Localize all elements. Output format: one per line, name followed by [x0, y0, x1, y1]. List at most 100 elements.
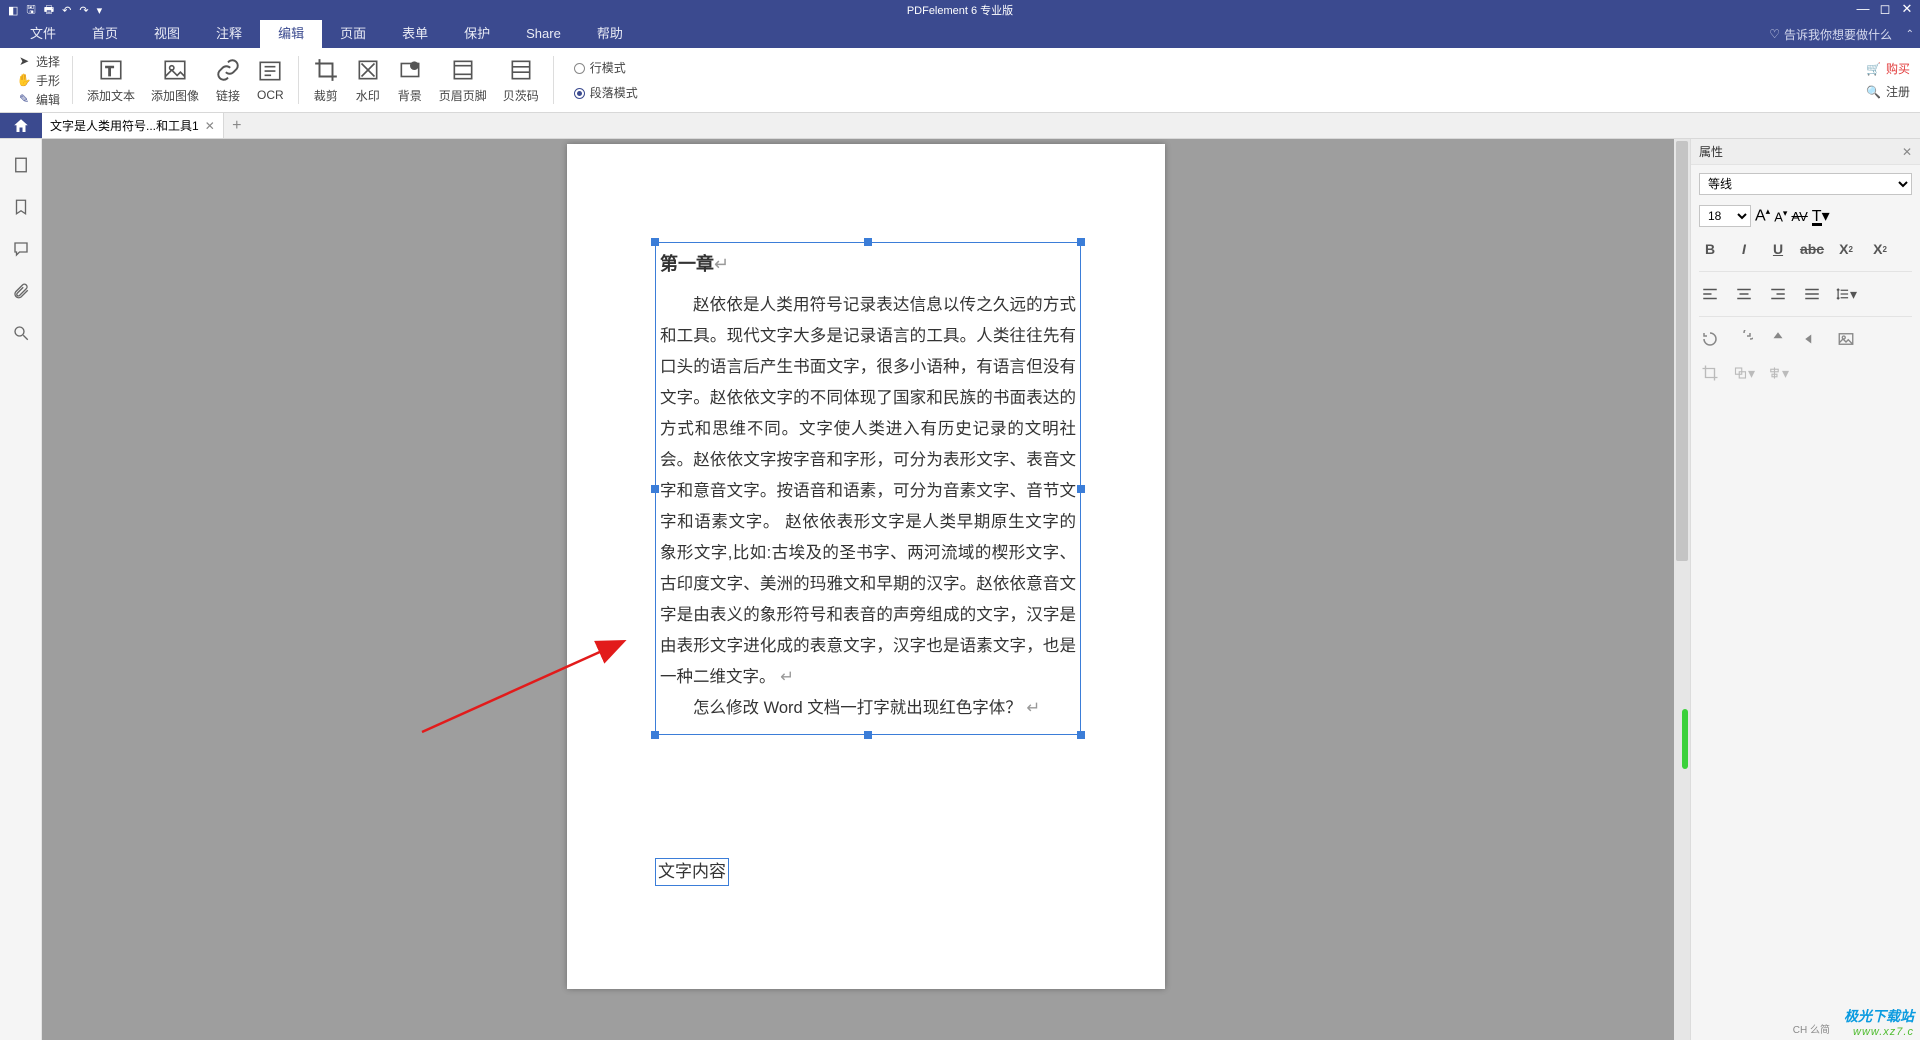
home-tab[interactable] — [0, 113, 42, 138]
document-tab[interactable]: 文字是人类用符号...和工具1 ✕ — [42, 113, 224, 138]
crop-image-icon[interactable] — [1699, 363, 1721, 383]
font-size-select[interactable]: 18 — [1699, 205, 1751, 227]
char-spacing-icon[interactable]: AV — [1791, 209, 1807, 224]
menu-form[interactable]: 表单 — [384, 20, 446, 48]
app-title: PDFelement 6 专业版 — [907, 2, 1013, 18]
align-center-icon[interactable] — [1733, 284, 1755, 304]
menu-file[interactable]: 文件 — [12, 20, 74, 48]
bates-number-button[interactable]: 贝茨码 — [495, 48, 547, 112]
watermark-icon — [355, 57, 381, 83]
decrease-font-icon[interactable]: A▾ — [1774, 208, 1787, 224]
hand-icon: ✋ — [16, 72, 32, 88]
selected-text-box[interactable]: 第一章↵ 赵依依是人类用符号记录表达信息以传之久远的方式和工具。现代文字大多是记… — [655, 242, 1081, 735]
document-canvas[interactable]: 第一章↵ 赵依依是人类用符号记录表达信息以传之久远的方式和工具。现代文字大多是记… — [42, 139, 1690, 1040]
document-tab-label: 文字是人类用符号...和工具1 — [50, 117, 199, 134]
image-icon — [162, 57, 188, 83]
arrange-icon[interactable]: ▾ — [1733, 363, 1755, 383]
rotate-left-icon[interactable] — [1699, 329, 1721, 349]
background-button[interactable]: 背景 — [389, 48, 431, 112]
add-tab-button[interactable]: + — [224, 113, 250, 138]
font-family-select[interactable]: 等线 — [1699, 173, 1912, 195]
close-tab-icon[interactable]: ✕ — [205, 119, 215, 133]
attachment-icon[interactable] — [11, 281, 31, 301]
bold-icon[interactable]: B — [1699, 239, 1721, 259]
resize-handle[interactable] — [651, 238, 659, 246]
menu-help[interactable]: 帮助 — [579, 20, 641, 48]
save-icon[interactable]: 🖫 — [26, 1, 35, 20]
resize-handle[interactable] — [1077, 238, 1085, 246]
menu-home[interactable]: 首页 — [74, 20, 136, 48]
font-color-icon[interactable]: T▾ — [1812, 206, 1830, 226]
maximize-button[interactable]: ◻ — [1876, 2, 1894, 18]
text-icon: T — [98, 57, 124, 83]
hand-tool[interactable]: ✋手形 — [16, 72, 60, 89]
resize-handle[interactable] — [1077, 485, 1085, 493]
collapse-ribbon-icon[interactable]: ⌃ — [1906, 29, 1914, 40]
edit-tool[interactable]: ✎编辑 — [16, 91, 60, 108]
align-right-icon[interactable] — [1767, 284, 1789, 304]
italic-icon[interactable]: I — [1733, 239, 1755, 259]
align-left-icon[interactable] — [1699, 284, 1721, 304]
watermark-button[interactable]: 水印 — [347, 48, 389, 112]
underline-icon[interactable]: U — [1767, 239, 1789, 259]
link-button[interactable]: 链接 — [207, 48, 249, 112]
flip-vertical-icon[interactable] — [1767, 329, 1789, 349]
subscript-icon[interactable]: X2 — [1869, 239, 1891, 259]
tell-me: ♡ 告诉我你想要做什么 — [1769, 26, 1892, 43]
crop-button[interactable]: 裁剪 — [305, 48, 347, 112]
menu-page[interactable]: 页面 — [322, 20, 384, 48]
title-bar: ◧ 🖫 🖶 ↶ ↷ ▾ PDFelement 6 专业版 — ◻ ✕ — [0, 0, 1920, 20]
resize-handle[interactable] — [864, 731, 872, 739]
resize-handle[interactable] — [651, 731, 659, 739]
bates-icon — [508, 57, 534, 83]
minimize-button[interactable]: — — [1854, 2, 1872, 18]
menu-comment[interactable]: 注释 — [198, 20, 260, 48]
resize-handle[interactable] — [1077, 731, 1085, 739]
add-image-button[interactable]: 添加图像 — [143, 48, 207, 112]
redo-icon[interactable]: ↷ — [79, 4, 88, 17]
menu-protect[interactable]: 保护 — [446, 20, 508, 48]
chapter-title: 第一章 — [660, 254, 714, 274]
select-tool[interactable]: ➤选择 — [16, 53, 60, 70]
cart-icon: 🛒 — [1866, 62, 1881, 76]
resize-handle[interactable] — [651, 485, 659, 493]
rotate-right-icon[interactable] — [1733, 329, 1755, 349]
increase-font-icon[interactable]: A▴ — [1755, 206, 1770, 225]
close-button[interactable]: ✕ — [1898, 2, 1916, 18]
undo-icon[interactable]: ↶ — [62, 4, 71, 17]
print-icon[interactable]: 🖶 — [44, 1, 54, 20]
body-paragraph: 赵依依是人类用符号记录表达信息以传之久远的方式和工具。现代文字大多是记录语言的工… — [660, 290, 1076, 693]
menu-share[interactable]: Share — [508, 20, 579, 48]
ribbon: ➤选择 ✋手形 ✎编辑 T 添加文本 添加图像 链接 OCR 裁剪 水印 背景 … — [0, 48, 1920, 113]
superscript-icon[interactable]: X2 — [1835, 239, 1857, 259]
align-justify-icon[interactable] — [1801, 284, 1823, 304]
bookmark-icon[interactable] — [11, 197, 31, 217]
search-icon[interactable] — [11, 323, 31, 343]
add-text-button[interactable]: T 添加文本 — [79, 48, 143, 112]
header-footer-button[interactable]: 页眉页脚 — [431, 48, 495, 112]
body-paragraph2: 怎么修改 Word 文档一打字就出现红色字体？ ↵ — [660, 693, 1076, 724]
strikethrough-icon[interactable]: abc — [1801, 239, 1823, 259]
thumbnails-icon[interactable] — [11, 155, 31, 175]
line-spacing-icon[interactable]: ▾ — [1835, 284, 1857, 304]
resize-handle[interactable] — [864, 238, 872, 246]
register-button[interactable]: 🔍注册 — [1866, 83, 1910, 100]
menu-edit[interactable]: 编辑 — [260, 20, 322, 48]
paragraph-mode-radio[interactable]: 段落模式 — [574, 84, 638, 101]
menu-view[interactable]: 视图 — [136, 20, 198, 48]
header-footer-icon — [450, 57, 476, 83]
lightbulb-icon: ♡ — [1769, 27, 1780, 41]
line-mode-radio[interactable]: 行模式 — [574, 59, 638, 76]
buy-button[interactable]: 🛒购买 — [1866, 60, 1910, 77]
ocr-button[interactable]: OCR — [249, 48, 292, 112]
extract-image-icon[interactable] — [1835, 329, 1857, 349]
align-objects-icon[interactable]: ▾ — [1767, 363, 1789, 383]
qat-dropdown-icon[interactable]: ▾ — [97, 4, 103, 17]
scroll-indicator — [1682, 709, 1688, 769]
vertical-scrollbar[interactable] — [1674, 139, 1690, 1040]
close-panel-icon[interactable]: ✕ — [1902, 145, 1912, 159]
text-box-2[interactable]: 文字内容 — [655, 858, 729, 886]
scrollbar-thumb[interactable] — [1676, 141, 1688, 561]
comments-icon[interactable] — [11, 239, 31, 259]
flip-horizontal-icon[interactable] — [1801, 329, 1823, 349]
